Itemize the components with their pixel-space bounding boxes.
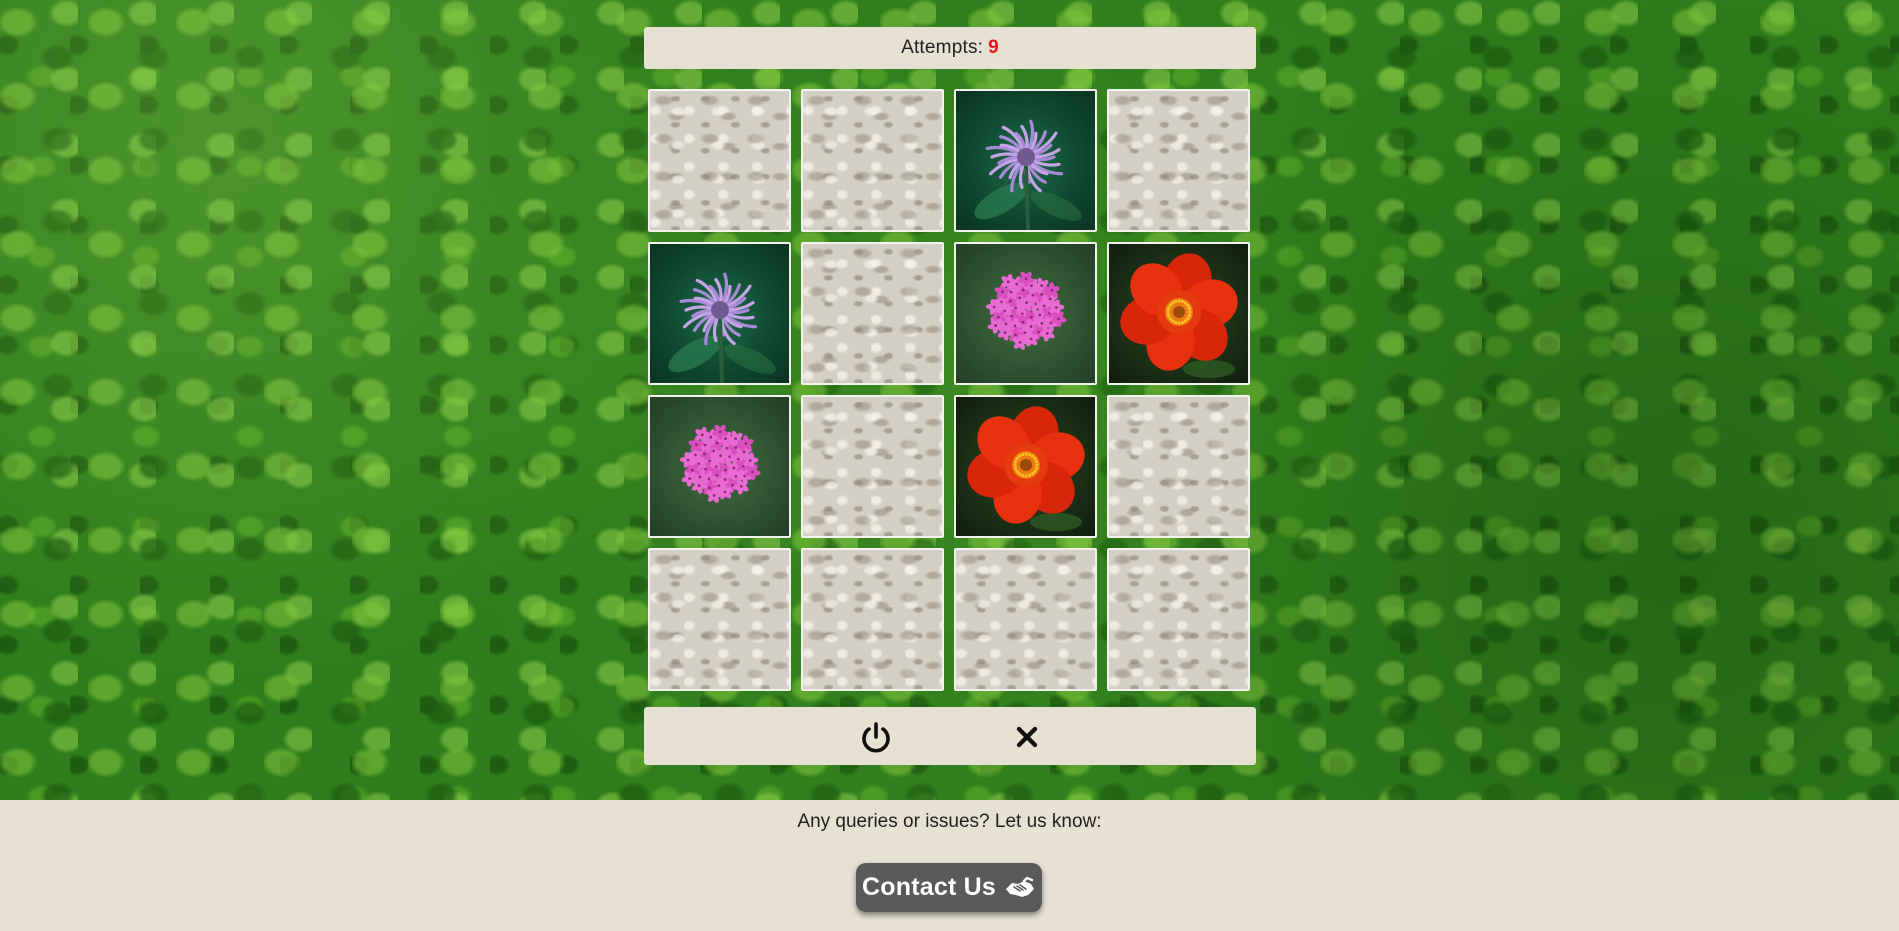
memory-card-face-down[interactable] — [801, 548, 944, 691]
controls-bar — [644, 707, 1256, 765]
memory-card-red-poppy-flower[interactable] — [954, 395, 1097, 538]
red-poppy-flower-image — [1120, 253, 1238, 378]
memory-card-face-down[interactable] — [954, 548, 1097, 691]
attempts-count: 9 — [988, 37, 999, 58]
memory-card-face-down[interactable] — [1107, 395, 1250, 538]
memory-card-red-poppy-flower[interactable] — [1107, 242, 1250, 385]
contact-us-button[interactable]: Contact Us — [856, 863, 1042, 912]
memory-card-pink-verbena-flower[interactable] — [954, 242, 1097, 385]
memory-card-face-down[interactable] — [1107, 89, 1250, 232]
red-poppy-flower-image — [967, 406, 1085, 531]
purple-bee-balm-flower-image — [668, 272, 776, 383]
attempts-label: Attempts: — [901, 37, 984, 58]
memory-card-face-down[interactable] — [801, 242, 944, 385]
restart-button[interactable] — [859, 720, 893, 754]
footer-text: Any queries or issues? Let us know: — [797, 811, 1102, 832]
memory-game: Attempts: 9 — [644, 27, 1256, 765]
memory-card-pink-verbena-flower[interactable] — [648, 395, 791, 538]
handshake-icon — [1004, 875, 1036, 901]
pink-verbena-flower-image — [650, 397, 789, 536]
attempts-bar: Attempts: 9 — [644, 27, 1256, 69]
footer: Any queries or issues? Let us know: Cont… — [0, 800, 1899, 931]
quit-button[interactable] — [1010, 720, 1044, 754]
contact-us-label: Contact Us — [862, 873, 996, 901]
purple-bee-balm-flower-image — [974, 119, 1082, 230]
memory-card-face-down[interactable] — [1107, 548, 1250, 691]
memory-card-face-down[interactable] — [648, 548, 791, 691]
pink-verbena-flower-image — [956, 244, 1095, 383]
card-grid — [648, 89, 1256, 691]
close-icon — [1016, 726, 1038, 748]
memory-card-face-down[interactable] — [648, 89, 791, 232]
memory-card-purple-bee-balm-flower[interactable] — [648, 242, 791, 385]
memory-card-face-down[interactable] — [801, 89, 944, 232]
memory-card-face-down[interactable] — [801, 395, 944, 538]
power-icon — [862, 722, 890, 753]
memory-card-purple-bee-balm-flower[interactable] — [954, 89, 1097, 232]
